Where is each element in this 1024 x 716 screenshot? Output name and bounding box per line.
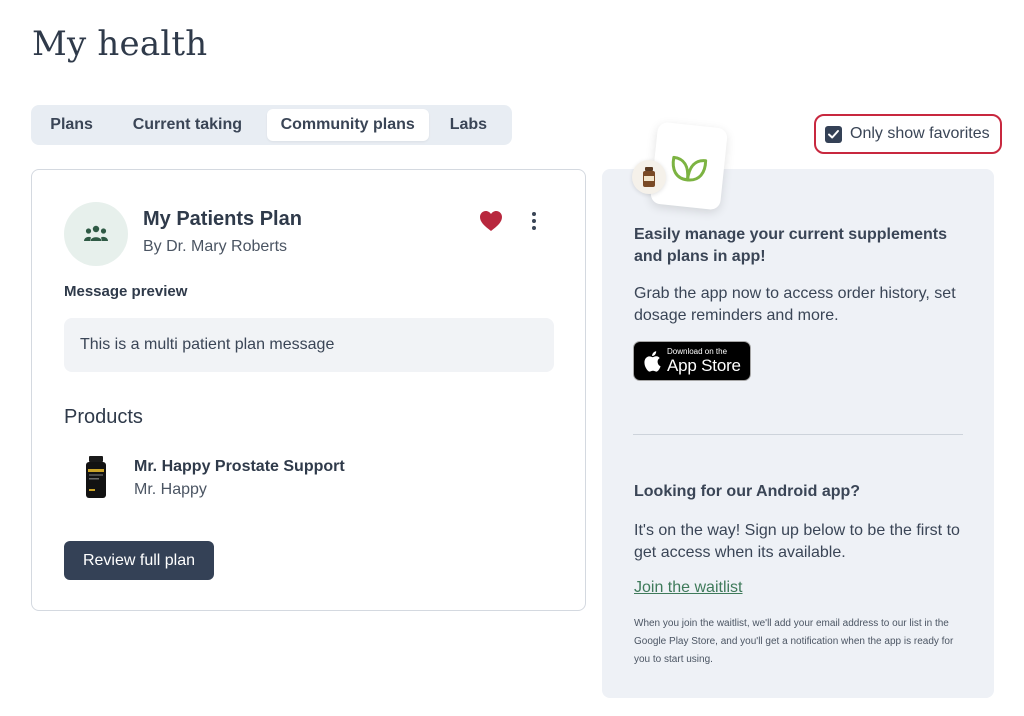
android-heading: Looking for our Android app? [634, 483, 861, 500]
promo-heading: Easily manage your current supplements a… [634, 226, 947, 265]
product-brand: Mr. Happy [134, 481, 207, 498]
message-preview-heading: Message preview [64, 283, 188, 300]
people-group-icon [84, 225, 108, 241]
products-heading: Products [64, 406, 143, 428]
tab-current-taking[interactable]: Current taking [108, 109, 266, 141]
kebab-menu-icon[interactable] [524, 208, 544, 234]
join-waitlist-link[interactable]: Join the waitlist [634, 579, 743, 597]
tab-community-plans[interactable]: Community plans [266, 109, 429, 141]
product-name[interactable]: Mr. Happy Prostate Support [134, 458, 345, 476]
product-bottle-image [86, 456, 106, 498]
plan-card: My Patients Plan By Dr. Mary Roberts Mes… [31, 169, 586, 611]
app-store-big-text: App Store [667, 356, 741, 375]
heart-icon[interactable] [479, 210, 503, 232]
favorites-checkbox[interactable] [825, 125, 842, 143]
avatar [64, 202, 128, 266]
message-preview: This is a multi patient plan message [64, 318, 554, 372]
review-full-plan-button[interactable]: Review full plan [64, 541, 214, 580]
tab-labs[interactable]: Labs [429, 109, 508, 141]
app-store-button[interactable]: Download on the App Store [633, 341, 751, 381]
favorites-label: Only show favorites [850, 125, 990, 142]
app-store-small-text: Download on the [667, 347, 728, 356]
tab-plans[interactable]: Plans [35, 109, 108, 141]
android-text: It's on the way! Sign up below to be the… [634, 522, 960, 561]
favorites-filter[interactable]: Only show favorites [814, 114, 1002, 154]
page-title: My health [32, 24, 208, 64]
waitlist-fineprint: When you join the waitlist, we'll add yo… [634, 618, 954, 665]
check-icon [828, 129, 839, 138]
leaf-logo-icon [671, 155, 708, 182]
supplement-bottle-icon [632, 160, 666, 194]
apple-icon [644, 351, 661, 372]
promo-text: Grab the app now to access order history… [634, 285, 956, 324]
tab-bar: Plans Current taking Community plans Lab… [31, 105, 512, 145]
plan-name: My Patients Plan [143, 208, 302, 230]
divider [633, 434, 963, 435]
plan-author: By Dr. Mary Roberts [143, 238, 288, 255]
